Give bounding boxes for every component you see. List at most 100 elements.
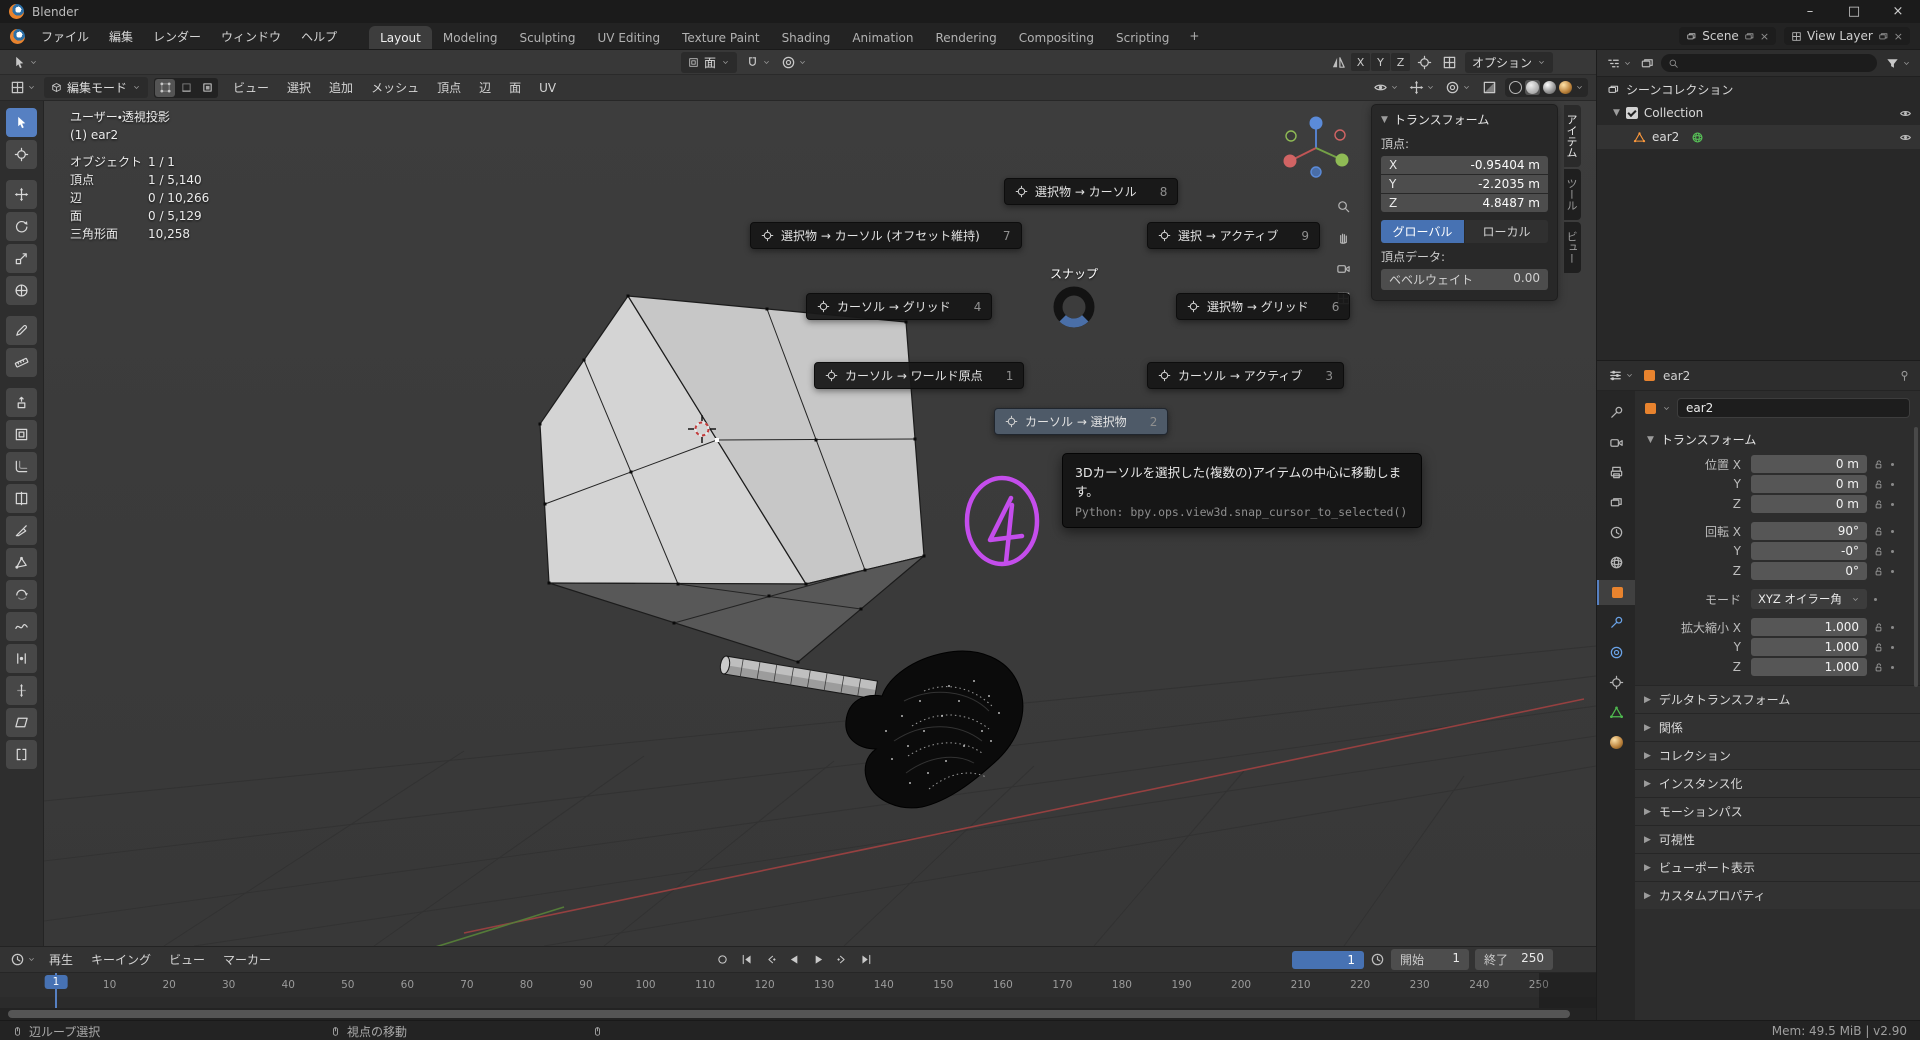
workspace-tab[interactable]: Scripting (1105, 26, 1180, 49)
tab-physics[interactable] (1597, 640, 1635, 665)
value-field[interactable]: 1.000 (1751, 638, 1867, 656)
tool-smooth[interactable] (6, 612, 37, 641)
unlink-scene-icon[interactable]: × (1760, 30, 1769, 43)
workspace-tab[interactable]: UV Editing (587, 26, 672, 49)
menu-item[interactable]: ファイル (31, 23, 99, 49)
vertex-select-button[interactable] (155, 78, 176, 97)
animate-dot[interactable] (1891, 665, 1894, 669)
property-section[interactable]: ▶ デルタトランスフォーム (1635, 685, 1920, 713)
next-keyframe-button[interactable] (832, 950, 853, 969)
property-section[interactable]: ▶ 関係 (1635, 713, 1920, 741)
mirror-axis-toggle[interactable]: Z (1390, 53, 1410, 71)
pie-item-cursor-to-active[interactable]: カーソル → アクティブ 3 (1147, 362, 1345, 389)
tool-shear[interactable] (6, 708, 37, 737)
pan-hand-icon[interactable] (1330, 224, 1356, 250)
viewport-menu-item[interactable]: UV (530, 75, 565, 101)
overlays-button[interactable] (1443, 78, 1473, 98)
auto-key-toggle[interactable] (712, 950, 733, 969)
face-select-button[interactable] (197, 79, 217, 97)
collection-checkbox[interactable] (1625, 107, 1638, 119)
animate-dot[interactable] (1891, 569, 1894, 573)
lock-icon[interactable] (1873, 546, 1884, 557)
pie-item-selection-to-active[interactable]: 選択 → アクティブ 9 (1147, 222, 1321, 249)
zoom-icon[interactable] (1330, 193, 1356, 219)
timeline-editor-type-button[interactable] (8, 950, 38, 970)
scrollbar-thumb[interactable] (8, 1010, 1570, 1018)
property-section[interactable]: ▶ インスタンス化 (1635, 769, 1920, 797)
lock-icon[interactable] (1873, 622, 1884, 633)
xray-toggle[interactable] (1479, 78, 1499, 98)
timeline-menu-item[interactable]: 再生 (40, 951, 82, 968)
sidebar-tab[interactable]: ビュー (1564, 222, 1581, 273)
tool-spin[interactable] (6, 580, 37, 609)
camera-view-icon[interactable] (1330, 255, 1356, 281)
pie-item-selection-to-cursor[interactable]: 選択物 → カーソル 8 (1004, 178, 1179, 205)
tool-shrink-fatten[interactable] (6, 676, 37, 705)
options-dropdown[interactable]: オプション (1464, 51, 1553, 73)
sidebar-tab[interactable]: ツール (1564, 169, 1581, 220)
vertex-coordinate-field[interactable]: Y -2.2035 m (1381, 175, 1548, 193)
properties-editor-type-button[interactable] (1606, 366, 1636, 386)
lock-icon[interactable] (1873, 459, 1884, 470)
pie-item-cursor-to-world-origin[interactable]: カーソル → ワールド原点 1 (814, 362, 1025, 389)
frame-start-field[interactable]: 開始 1 (1391, 949, 1469, 970)
rotation-mode-dropdown[interactable]: XYZ オイラー角 (1751, 589, 1867, 609)
tool-poly-build[interactable] (6, 548, 37, 577)
workspace-tab[interactable]: Rendering (925, 26, 1008, 49)
menu-item[interactable]: レンダー (143, 23, 211, 49)
expand-icon[interactable]: ▼ (1613, 108, 1620, 118)
timeline-track[interactable] (0, 997, 1596, 1008)
jump-to-end-button[interactable] (856, 950, 877, 969)
timeline-menu-item[interactable]: ビュー (160, 951, 214, 968)
tab-modifiers[interactable] (1597, 610, 1635, 635)
frame-end-field[interactable]: 終了 250 (1475, 949, 1553, 970)
tab-constraints[interactable] (1597, 670, 1635, 695)
pie-item-cursor-to-grid[interactable]: カーソル → グリッド 4 (806, 293, 993, 320)
scene-selector[interactable]: Scene × (1679, 27, 1777, 45)
play-reverse-button[interactable] (784, 950, 805, 969)
lock-icon[interactable] (1873, 642, 1884, 653)
orientation-toggle[interactable]: グローバル (1381, 220, 1464, 243)
pie-item-selection-to-grid[interactable]: 選択物 → グリッド 6 (1176, 293, 1351, 320)
snap-target-dropdown[interactable]: 面 (681, 51, 738, 73)
shading-options-icon[interactable] (1575, 83, 1584, 92)
animate-dot[interactable] (1891, 502, 1894, 506)
tool-rip-region[interactable] (6, 740, 37, 769)
add-workspace-button[interactable]: + (1180, 23, 1208, 49)
object-type-icon[interactable] (1645, 402, 1656, 414)
filter-button[interactable] (1883, 53, 1913, 73)
viewport-menu-item[interactable]: メッシュ (362, 75, 428, 101)
viewport-menu-item[interactable]: 頂点 (428, 75, 470, 101)
lock-icon[interactable] (1873, 526, 1884, 537)
navigation-gizmo[interactable] (1283, 116, 1349, 178)
view-layer-selector[interactable]: View Layer × (1784, 27, 1910, 45)
maximize-button[interactable]: □ (1832, 0, 1876, 23)
tab-output[interactable] (1597, 460, 1635, 485)
workspace-tab[interactable]: Layout (369, 26, 432, 49)
animate-dot[interactable] (1891, 625, 1894, 629)
snap-magnet-toggle[interactable] (743, 52, 773, 72)
tool-transform[interactable] (6, 276, 37, 305)
animate-dot[interactable] (1891, 549, 1894, 553)
outliner-row-ear2[interactable]: ear2 (1597, 125, 1920, 149)
lock-icon[interactable] (1873, 566, 1884, 577)
edge-select-button[interactable] (176, 79, 196, 97)
animate-dot[interactable] (1891, 645, 1894, 649)
tool-knife[interactable] (6, 516, 37, 545)
animate-dot[interactable] (1891, 462, 1894, 466)
value-field[interactable]: 0 m (1751, 455, 1867, 473)
viewport-menu-item[interactable]: 辺 (470, 75, 500, 101)
workspace-tab[interactable]: Texture Paint (671, 26, 770, 49)
tab-world[interactable] (1597, 550, 1635, 575)
object-name-field[interactable]: ear2 (1677, 398, 1910, 418)
timeline-scrollbar[interactable] (0, 1008, 1596, 1020)
tool-loop-cut[interactable] (6, 484, 37, 513)
outliner-search-input[interactable] (1661, 54, 1877, 72)
workspace-tab[interactable]: Shading (771, 26, 842, 49)
tool-cursor[interactable] (6, 140, 37, 169)
tool-edge-slide[interactable] (6, 644, 37, 673)
value-field[interactable]: 1.000 (1751, 618, 1867, 636)
value-field[interactable]: 90° (1751, 522, 1867, 540)
orientation-toggle[interactable]: ローカル (1465, 220, 1548, 243)
mirror-axis-toggle[interactable]: Y (1370, 53, 1390, 71)
